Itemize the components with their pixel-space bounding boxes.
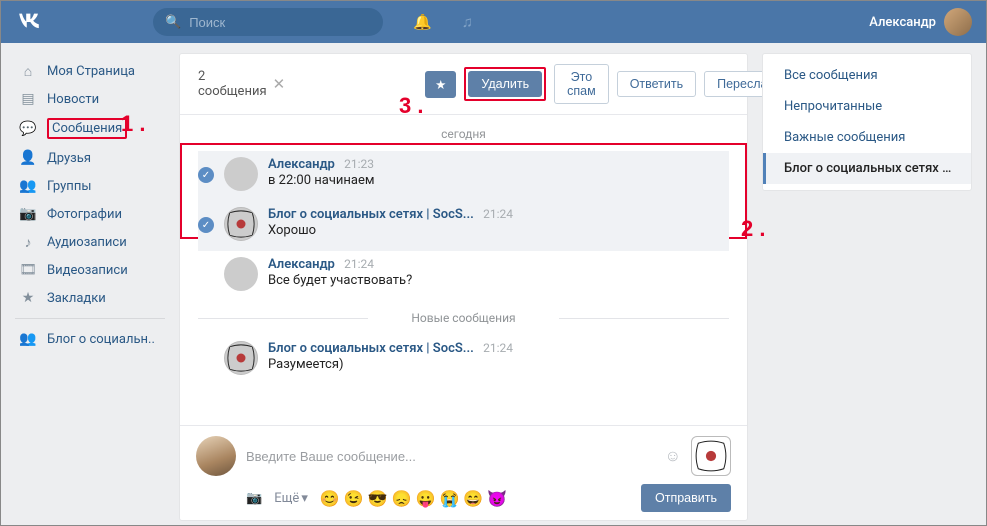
- message-input[interactable]: [246, 449, 655, 464]
- delete-highlight: Удалить: [464, 67, 546, 101]
- nav-label: Блог о социальн..: [47, 332, 155, 347]
- filter-blog[interactable]: Блог о социальных сетях | ...: [763, 153, 971, 184]
- filters-panel: Все сообщения Непрочитанные Важные сообщ…: [762, 53, 972, 191]
- nav-audio[interactable]: ♪ Аудиозаписи: [15, 228, 165, 256]
- message-text: Хорошо: [268, 223, 729, 238]
- message-list: сегодня ✓ Александр 21:23 в 22:00 начина…: [180, 115, 747, 425]
- user-icon: 👤: [19, 149, 37, 167]
- nav-label: Фотографии: [47, 207, 122, 222]
- header-username: Александр: [869, 15, 936, 30]
- avatar: [224, 207, 258, 241]
- video-icon: 🎞: [19, 261, 37, 279]
- nav-label: Закладки: [47, 291, 106, 306]
- message-sender[interactable]: Александр: [268, 257, 335, 272]
- camera-icon: 📷: [19, 205, 37, 223]
- reply-button[interactable]: Ответить: [617, 71, 696, 97]
- group-icon: 👥: [19, 177, 37, 195]
- filter-all[interactable]: Все сообщения: [763, 60, 971, 91]
- emoji[interactable]: 😭: [439, 489, 459, 508]
- message-sender[interactable]: Александр: [268, 157, 335, 172]
- check-icon: ✓: [198, 167, 214, 183]
- avatar: [944, 8, 972, 36]
- check-icon: ✓: [198, 217, 214, 233]
- spam-button[interactable]: Это спам: [554, 64, 609, 104]
- nav-label: Сообщения: [47, 118, 127, 139]
- nav-messages[interactable]: 💬 Сообщения: [15, 113, 165, 144]
- clear-selection-icon[interactable]: ✕: [273, 75, 286, 93]
- attach-more[interactable]: Ещё ▾: [274, 491, 308, 506]
- attach-photo-icon[interactable]: 📷: [246, 491, 262, 506]
- news-icon: ▤: [19, 90, 37, 108]
- nav-groups[interactable]: 👥 Группы: [15, 172, 165, 200]
- message-text: в 22:00 начинаем: [268, 173, 729, 188]
- avatar: [224, 257, 258, 291]
- message-sender[interactable]: Блог о социальных сетях | SocS...: [268, 207, 474, 222]
- message-sender[interactable]: Блог о социальных сетях | SocS...: [268, 341, 474, 356]
- emoji[interactable]: 😞: [392, 489, 412, 508]
- nav-label: Друзья: [47, 151, 91, 166]
- emoji-open-icon[interactable]: ☺: [665, 446, 681, 466]
- search-box[interactable]: 🔍: [153, 8, 383, 36]
- new-messages-separator: Новые сообщения: [198, 311, 729, 325]
- emoji-row: 😊 😉 😎 😞 😛 😭 😄 😈: [320, 489, 507, 508]
- compose-area: ☺ 📷 Ещё ▾ 😊 😉 😎 😞 😛 😭 😄 😈: [180, 425, 747, 520]
- nav-photos[interactable]: 📷 Фотографии: [15, 200, 165, 228]
- message-time: 21:24: [483, 341, 513, 355]
- emoji[interactable]: 😛: [416, 489, 436, 508]
- date-separator: сегодня: [198, 127, 729, 141]
- selection-toolbar: 2 сообщения ✕ ★ Удалить Это спам Ответит…: [180, 54, 747, 115]
- group-icon: 👥: [19, 330, 37, 348]
- music-icon[interactable]: ♫: [462, 13, 473, 31]
- message-time: 21:23: [344, 157, 374, 171]
- message-text: Разумеется): [268, 357, 729, 372]
- filter-important[interactable]: Важные сообщения: [763, 122, 971, 153]
- emoji[interactable]: 😉: [344, 489, 364, 508]
- delete-button[interactable]: Удалить: [468, 71, 542, 97]
- emoji[interactable]: 😊: [320, 489, 340, 508]
- avatar: [224, 157, 258, 191]
- nav-label: Аудиозаписи: [47, 235, 127, 250]
- bell-icon[interactable]: 🔔: [413, 13, 432, 31]
- chevron-down-icon: ▾: [301, 491, 308, 506]
- app-header: 🔍 🔔 ♫ Александр: [1, 1, 986, 43]
- nav-label: Группы: [47, 179, 91, 194]
- message-row[interactable]: Блог о социальных сетях | SocS... 21:24 …: [198, 335, 729, 385]
- nav-friends[interactable]: 👤 Друзья: [15, 144, 165, 172]
- emoji[interactable]: 😄: [463, 489, 483, 508]
- message-row[interactable]: Александр 21:24 Все будет участвовать?: [198, 251, 729, 301]
- my-avatar: [196, 436, 236, 476]
- emoji[interactable]: 😈: [487, 489, 507, 508]
- selection-count: 2 сообщения ✕: [198, 69, 285, 99]
- nav-divider: [15, 318, 165, 319]
- search-icon: 🔍: [165, 15, 181, 30]
- recipient-avatar[interactable]: [691, 436, 731, 476]
- nav-label: Видеозаписи: [47, 263, 128, 278]
- audio-icon: ♪: [19, 233, 37, 251]
- message-icon: 💬: [19, 120, 37, 138]
- filter-unread[interactable]: Непрочитанные: [763, 91, 971, 122]
- message-time: 21:24: [344, 257, 374, 271]
- message-time: 21:24: [483, 207, 513, 221]
- messages-panel: 2 сообщения ✕ ★ Удалить Это спам Ответит…: [179, 53, 748, 521]
- home-icon: ⌂: [19, 62, 37, 80]
- message-row[interactable]: ✓ Александр 21:23 в 22:00 начинаем: [198, 151, 729, 201]
- star-button[interactable]: ★: [425, 71, 456, 98]
- emoji[interactable]: 😎: [368, 489, 388, 508]
- avatar: [224, 341, 258, 375]
- message-text: Все будет участвовать?: [268, 273, 729, 288]
- vk-logo[interactable]: [15, 8, 43, 36]
- nav-video[interactable]: 🎞 Видеозаписи: [15, 256, 165, 284]
- nav-blog[interactable]: 👥 Блог о социальн..: [15, 325, 165, 353]
- nav-label: Новости: [47, 92, 99, 107]
- left-nav: ⌂ Моя Страница ▤ Новости 💬 Сообщения 👤 Д…: [15, 53, 165, 521]
- star-icon: ★: [19, 289, 37, 307]
- nav-bookmarks[interactable]: ★ Закладки: [15, 284, 165, 312]
- header-user[interactable]: Александр: [869, 8, 972, 36]
- nav-label: Моя Страница: [47, 64, 135, 79]
- message-row[interactable]: ✓ Блог о социальных сетях | SocS... 21:2…: [198, 201, 729, 251]
- nav-news[interactable]: ▤ Новости: [15, 85, 165, 113]
- send-button[interactable]: Отправить: [641, 484, 731, 512]
- nav-my-page[interactable]: ⌂ Моя Страница: [15, 57, 165, 85]
- search-input[interactable]: [189, 15, 365, 30]
